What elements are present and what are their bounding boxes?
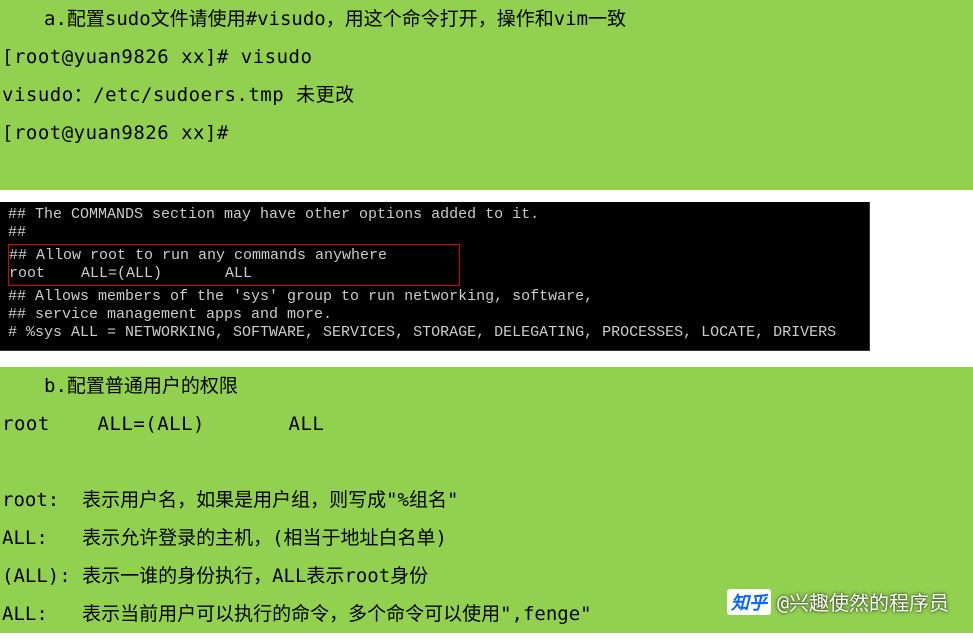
sudo-rule-line: root ALL=(ALL) ALL bbox=[0, 405, 973, 443]
sudoers-line: ## service management apps and more. bbox=[8, 306, 861, 324]
separator bbox=[0, 190, 973, 202]
blank-row bbox=[0, 152, 973, 190]
explain-all-cmd: ALL: 表示当前用户可以执行的命令，多个命令可以使用",fenge" bbox=[2, 595, 973, 633]
explain-all-runas: (ALL): 表示一谁的身份执行，ALL表示root身份 bbox=[2, 557, 973, 595]
section-a-block: a.配置sudo文件请使用#visudo，用这个命令打开，操作和vim一致 [r… bbox=[0, 0, 973, 190]
highlighted-rule-box: ## Allow root to run any commands anywhe… bbox=[8, 244, 460, 286]
sudoers-line: ## Allows members of the 'sys' group to … bbox=[8, 288, 861, 306]
blank-row bbox=[0, 443, 973, 481]
separator bbox=[0, 351, 973, 367]
sudoers-line: root ALL=(ALL) ALL bbox=[9, 265, 459, 283]
sudoers-screenshot-block: ## The COMMANDS section may have other o… bbox=[0, 202, 973, 351]
explain-all-host: ALL: 表示允许登录的主机，(相当于地址白名单) bbox=[2, 519, 973, 557]
explain-root: root: 表示用户名，如果是用户组，则写成"%组名" bbox=[2, 481, 973, 519]
section-b-header: b.配置普通用户的权限 bbox=[0, 367, 973, 405]
sudoers-file-content: ## The COMMANDS section may have other o… bbox=[0, 202, 870, 351]
sudoers-line: # %sys ALL = NETWORKING, SOFTWARE, SERVI… bbox=[8, 324, 861, 342]
sudoers-line: ## bbox=[8, 224, 861, 242]
terminal-line: [root@yuan9826 xx]# bbox=[0, 114, 973, 152]
sudoers-line: ## Allow root to run any commands anywhe… bbox=[9, 247, 459, 265]
terminal-line: [root@yuan9826 xx]# visudo bbox=[0, 38, 973, 76]
explanation-block: root: 表示用户名，如果是用户组，则写成"%组名" ALL: 表示允许登录的… bbox=[0, 481, 973, 633]
terminal-line: visudo：/etc/sudoers.tmp 未更改 bbox=[0, 76, 973, 114]
sudoers-line: ## The COMMANDS section may have other o… bbox=[8, 206, 861, 224]
section-a-header: a.配置sudo文件请使用#visudo，用这个命令打开，操作和vim一致 bbox=[0, 0, 973, 38]
